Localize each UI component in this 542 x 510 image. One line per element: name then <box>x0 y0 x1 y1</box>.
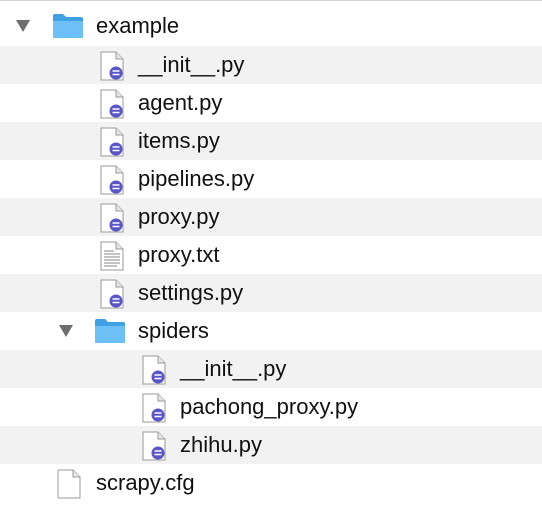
python-file-icon <box>142 355 166 385</box>
tree-item-label: pachong_proxy.py <box>180 394 359 419</box>
python-file-icon <box>100 127 124 157</box>
python-file-icon <box>100 89 124 119</box>
tree-row-scrapy-cfg[interactable]: scrapy.cfg <box>0 464 542 502</box>
tree-row-init[interactable]: __init__.py <box>0 46 542 84</box>
disclosure-triangle-icon[interactable] <box>59 325 73 337</box>
tree-row-items[interactable]: items.py <box>0 122 542 160</box>
tree-item-label: __init__.py <box>138 52 245 77</box>
tree-item-label: example <box>96 13 180 38</box>
tree-item-label: scrapy.cfg <box>96 470 195 495</box>
tree-item-label: zhihu.py <box>180 432 262 457</box>
tree-item-label: __init__.py <box>180 356 287 381</box>
tree-item-label: proxy.py <box>138 204 220 229</box>
folder-icon <box>53 14 83 38</box>
tree-row-proxy-txt[interactable]: proxy.txt <box>0 236 542 274</box>
tree-row-spiders-init[interactable]: __init__.py <box>0 350 542 388</box>
tree-item-label: settings.py <box>138 280 244 305</box>
python-file-icon <box>100 203 124 233</box>
tree-row-settings[interactable]: settings.py <box>0 274 542 312</box>
python-file-icon <box>142 431 166 461</box>
tree-row-zhihu[interactable]: zhihu.py <box>0 426 542 464</box>
python-file-icon <box>100 51 124 81</box>
folder-icon <box>95 319 125 343</box>
tree-item-label: proxy.txt <box>138 242 220 267</box>
tree-row-agent[interactable]: agent.py <box>0 84 542 122</box>
tree-row-pachong-proxy[interactable]: pachong_proxy.py <box>0 388 542 426</box>
text-file-icon <box>100 241 124 271</box>
blank-file-icon <box>57 469 81 499</box>
tree-item-label: agent.py <box>138 90 223 115</box>
python-file-icon <box>100 279 124 309</box>
tree-item-label: pipelines.py <box>138 166 255 191</box>
tree-row-proxy-py[interactable]: proxy.py <box>0 198 542 236</box>
file-tree: example __init__.py agent.py items.py pi… <box>0 0 542 510</box>
python-file-icon <box>100 165 124 195</box>
tree-item-label: spiders <box>138 318 209 343</box>
tree-item-label: items.py <box>138 128 220 153</box>
tree-row-example[interactable]: example <box>0 7 542 45</box>
tree-row-spiders[interactable]: spiders <box>0 312 542 350</box>
python-file-icon <box>142 393 166 423</box>
disclosure-triangle-icon[interactable] <box>16 20 30 32</box>
tree-row-pipelines[interactable]: pipelines.py <box>0 160 542 198</box>
